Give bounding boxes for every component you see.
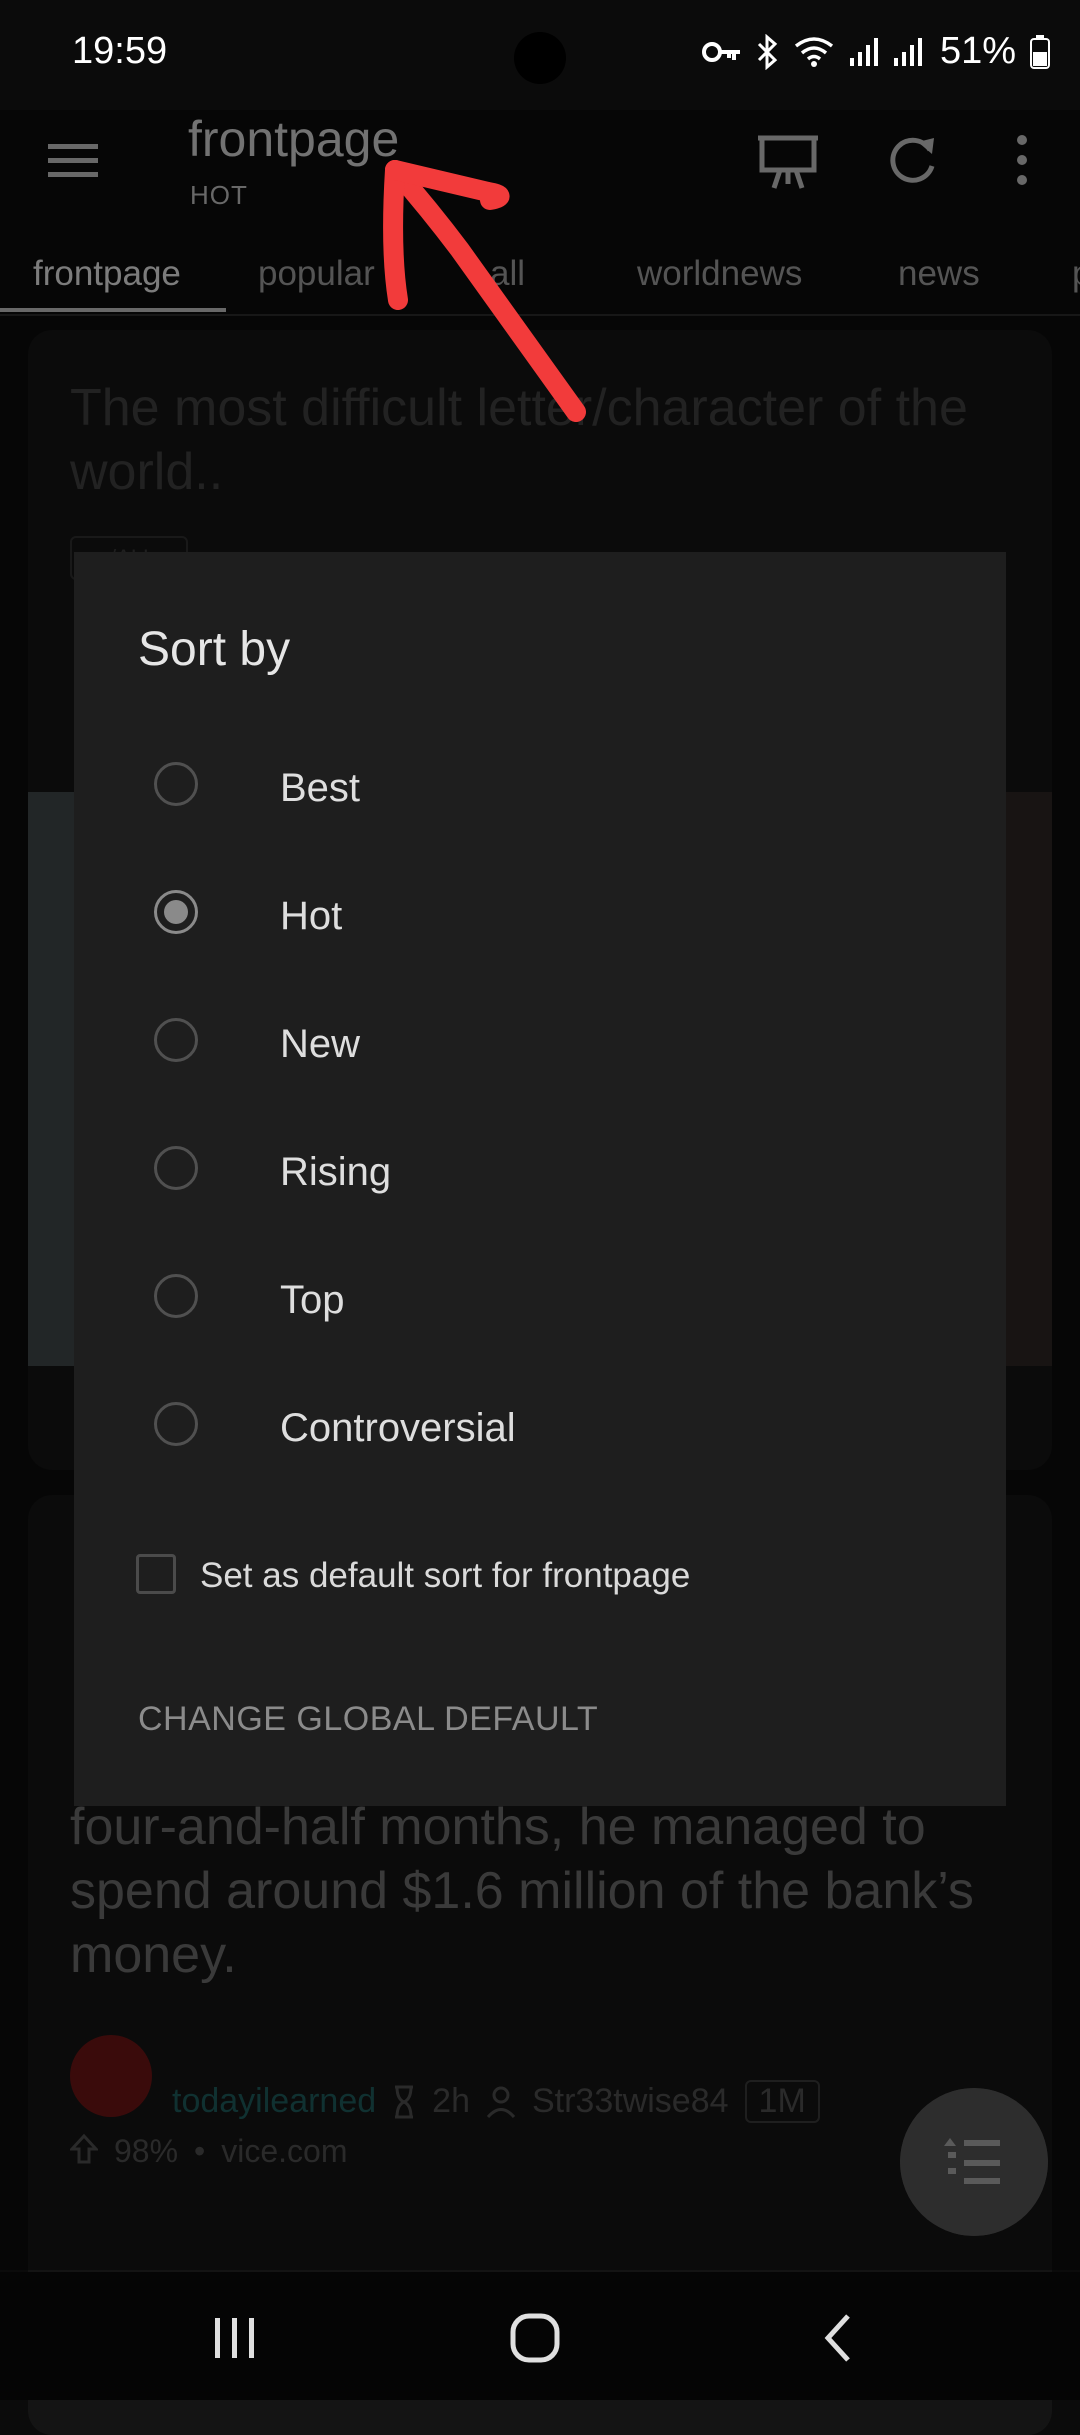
sort-option-controversial[interactable]: Controversial [74, 1364, 1006, 1492]
sort-option-label: Best [280, 766, 361, 810]
default-sort-label[interactable]: Set as default sort for frontpage [200, 1556, 690, 1596]
camera-cutout [514, 32, 566, 84]
radio-new[interactable] [154, 1018, 198, 1062]
signal-icon [849, 37, 878, 66]
sort-option-label: Controversial [280, 1406, 516, 1450]
default-sort-checkbox[interactable] [136, 1554, 176, 1594]
home-icon[interactable] [505, 2308, 565, 2368]
battery-percent: 51% [939, 30, 1016, 72]
wifi-icon [794, 36, 834, 67]
battery-icon [1030, 34, 1050, 69]
recents-icon[interactable] [205, 2308, 265, 2368]
vpn-key-icon [701, 41, 740, 62]
signal-icon-2 [893, 37, 922, 66]
sort-option-top[interactable]: Top [74, 1236, 1006, 1364]
dialog-title: Sort by [138, 623, 291, 676]
radio-rising[interactable] [154, 1146, 198, 1190]
radio-hot[interactable] [154, 890, 198, 934]
sort-option-label: New [280, 1022, 361, 1066]
annotation-arrow [383, 160, 586, 422]
radio-best[interactable] [154, 762, 198, 806]
sort-option-best[interactable]: Best [74, 724, 1006, 852]
sort-option-hot[interactable]: Hot [74, 852, 1006, 980]
sort-option-new[interactable]: New [74, 980, 1006, 1108]
radio-controversial[interactable] [154, 1402, 198, 1446]
fab-sort-icon[interactable] [900, 2088, 1048, 2236]
bluetooth-icon [757, 33, 778, 70]
sort-option-label: Hot [280, 894, 343, 938]
change-global-default-button[interactable]: CHANGE GLOBAL DEFAULT [138, 1700, 598, 1739]
sort-option-label: Top [280, 1278, 345, 1322]
status-icons: 51% [701, 30, 1050, 73]
status-time: 19:59 [72, 30, 168, 72]
sort-option-rising[interactable]: Rising [74, 1108, 1006, 1236]
sort-option-label: Rising [280, 1150, 392, 1194]
radio-top[interactable] [154, 1274, 198, 1318]
back-icon[interactable] [808, 2308, 868, 2368]
